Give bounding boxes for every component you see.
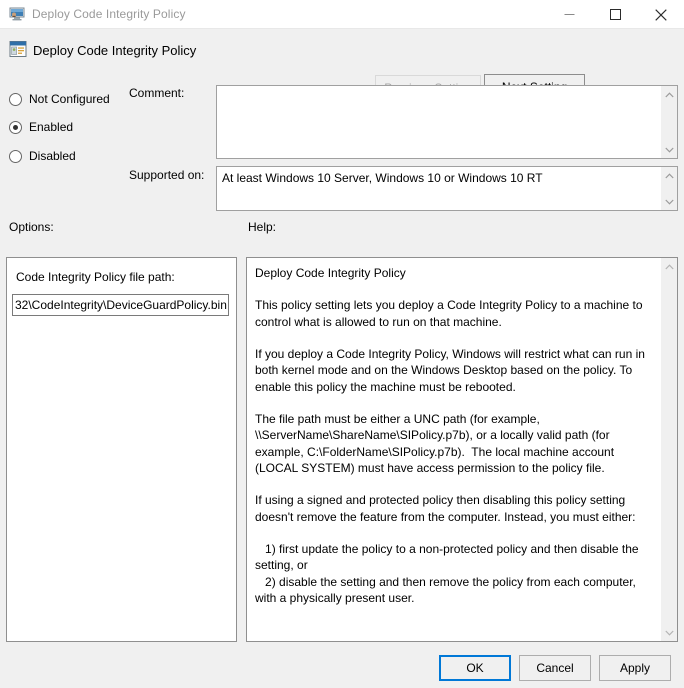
comment-value[interactable]	[217, 86, 660, 158]
radio-not-configured[interactable]: Not Configured	[9, 90, 110, 108]
supported-on-scroll-down-icon[interactable]	[661, 193, 678, 210]
help-scrollbar[interactable]	[660, 258, 677, 641]
help-text: Deploy Code Integrity Policy This policy…	[247, 258, 660, 641]
maximize-button[interactable]	[592, 0, 638, 29]
radio-label-not-configured: Not Configured	[29, 92, 110, 106]
radio-mark-not-configured	[9, 93, 22, 106]
policy-path-input[interactable]: 32\CodeIntegrity\DeviceGuardPolicy.bin	[12, 294, 229, 316]
apply-button[interactable]: Apply	[599, 655, 671, 681]
comment-textarea[interactable]	[216, 85, 678, 159]
options-label: Options:	[9, 220, 54, 234]
policy-setting-icon	[9, 40, 27, 58]
radio-label-disabled: Disabled	[29, 149, 76, 163]
comment-label: Comment:	[129, 86, 184, 100]
radio-disabled[interactable]: Disabled	[9, 147, 76, 165]
help-scroll-down-icon[interactable]	[661, 624, 678, 641]
supported-on-value: At least Windows 10 Server, Windows 10 o…	[217, 167, 660, 210]
radio-mark-disabled	[9, 150, 22, 163]
supported-on-textbox: At least Windows 10 Server, Windows 10 o…	[216, 166, 678, 211]
comment-scrollbar[interactable]	[660, 86, 677, 158]
window-title: Deploy Code Integrity Policy	[32, 7, 186, 21]
help-paragraph: 1) first update the policy to a non-prot…	[255, 541, 651, 607]
help-label: Help:	[248, 220, 276, 234]
policy-path-label: Code Integrity Policy file path:	[16, 270, 175, 284]
help-panel: Deploy Code Integrity Policy This policy…	[246, 257, 678, 642]
close-button[interactable]	[638, 0, 684, 29]
supported-on-label: Supported on:	[129, 168, 204, 182]
help-scroll-up-icon[interactable]	[661, 258, 678, 275]
help-paragraph: The file path must be either a UNC path …	[255, 411, 651, 477]
radio-label-enabled: Enabled	[29, 120, 73, 134]
minimize-button[interactable]	[546, 0, 592, 29]
comment-scroll-down-icon[interactable]	[661, 141, 678, 158]
radio-enabled[interactable]: Enabled	[9, 118, 73, 136]
options-panel: Code Integrity Policy file path: 32\Code…	[6, 257, 237, 642]
ok-button[interactable]: OK	[439, 655, 511, 681]
window-controls	[546, 0, 684, 29]
page-title: Deploy Code Integrity Policy	[33, 43, 196, 58]
help-title: Deploy Code Integrity Policy	[255, 265, 651, 282]
supported-on-scroll-up-icon[interactable]	[661, 167, 678, 184]
title-bar: Deploy Code Integrity Policy	[0, 0, 684, 29]
policy-computer-icon	[9, 6, 25, 22]
supported-on-scrollbar[interactable]	[660, 167, 677, 210]
help-paragraph: If using a signed and protected policy t…	[255, 492, 651, 525]
cancel-button[interactable]: Cancel	[519, 655, 591, 681]
help-paragraph: If you deploy a Code Integrity Policy, W…	[255, 346, 651, 396]
radio-mark-enabled	[9, 121, 22, 134]
setting-header: Deploy Code Integrity Policy Previous Se…	[0, 29, 684, 81]
help-paragraph: This policy setting lets you deploy a Co…	[255, 297, 651, 330]
comment-scroll-up-icon[interactable]	[661, 86, 678, 103]
